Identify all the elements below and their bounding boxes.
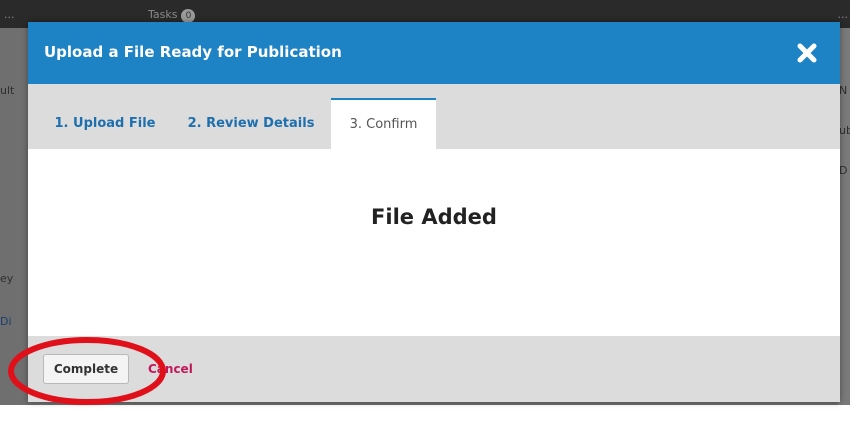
tab-upload-file[interactable]: 1. Upload File xyxy=(42,98,168,149)
background-link-snippet: Di xyxy=(0,315,12,328)
complete-button[interactable]: Complete xyxy=(43,354,129,384)
cancel-link[interactable]: Cancel xyxy=(148,362,193,376)
background-tasks-count: 0 xyxy=(181,9,196,23)
modal-body: File Added xyxy=(28,149,840,336)
tab-confirm[interactable]: 3. Confirm xyxy=(331,98,436,149)
screenshot-margin-right xyxy=(850,0,859,421)
background-tasks-menu: Tasks 0 xyxy=(148,8,196,23)
background-user-menu: ... xyxy=(4,8,15,21)
background-right-menu: ... xyxy=(837,8,849,21)
background-text-snippet: ult xyxy=(0,84,15,97)
background-text-snippet: ey xyxy=(0,272,14,285)
screen: ... Tasks 0 ... ult ey Di N ub D Upload a… xyxy=(0,0,859,421)
file-added-heading: File Added xyxy=(371,205,497,229)
modal-footer: Complete Cancel xyxy=(28,336,840,402)
background-text-snippet: D xyxy=(839,164,848,177)
upload-file-modal: Upload a File Ready for Publication 1. U… xyxy=(28,22,840,402)
modal-title: Upload a File Ready for Publication xyxy=(44,43,342,61)
wizard-tabs: 1. Upload File 2. Review Details 3. Conf… xyxy=(28,84,840,149)
close-icon[interactable] xyxy=(792,38,822,68)
modal-header: Upload a File Ready for Publication xyxy=(28,22,840,84)
background-text-snippet: N xyxy=(839,84,848,97)
background-tasks-label: Tasks xyxy=(148,8,178,21)
tab-review-details[interactable]: 2. Review Details xyxy=(178,98,324,149)
screenshot-margin-bottom xyxy=(0,405,859,421)
